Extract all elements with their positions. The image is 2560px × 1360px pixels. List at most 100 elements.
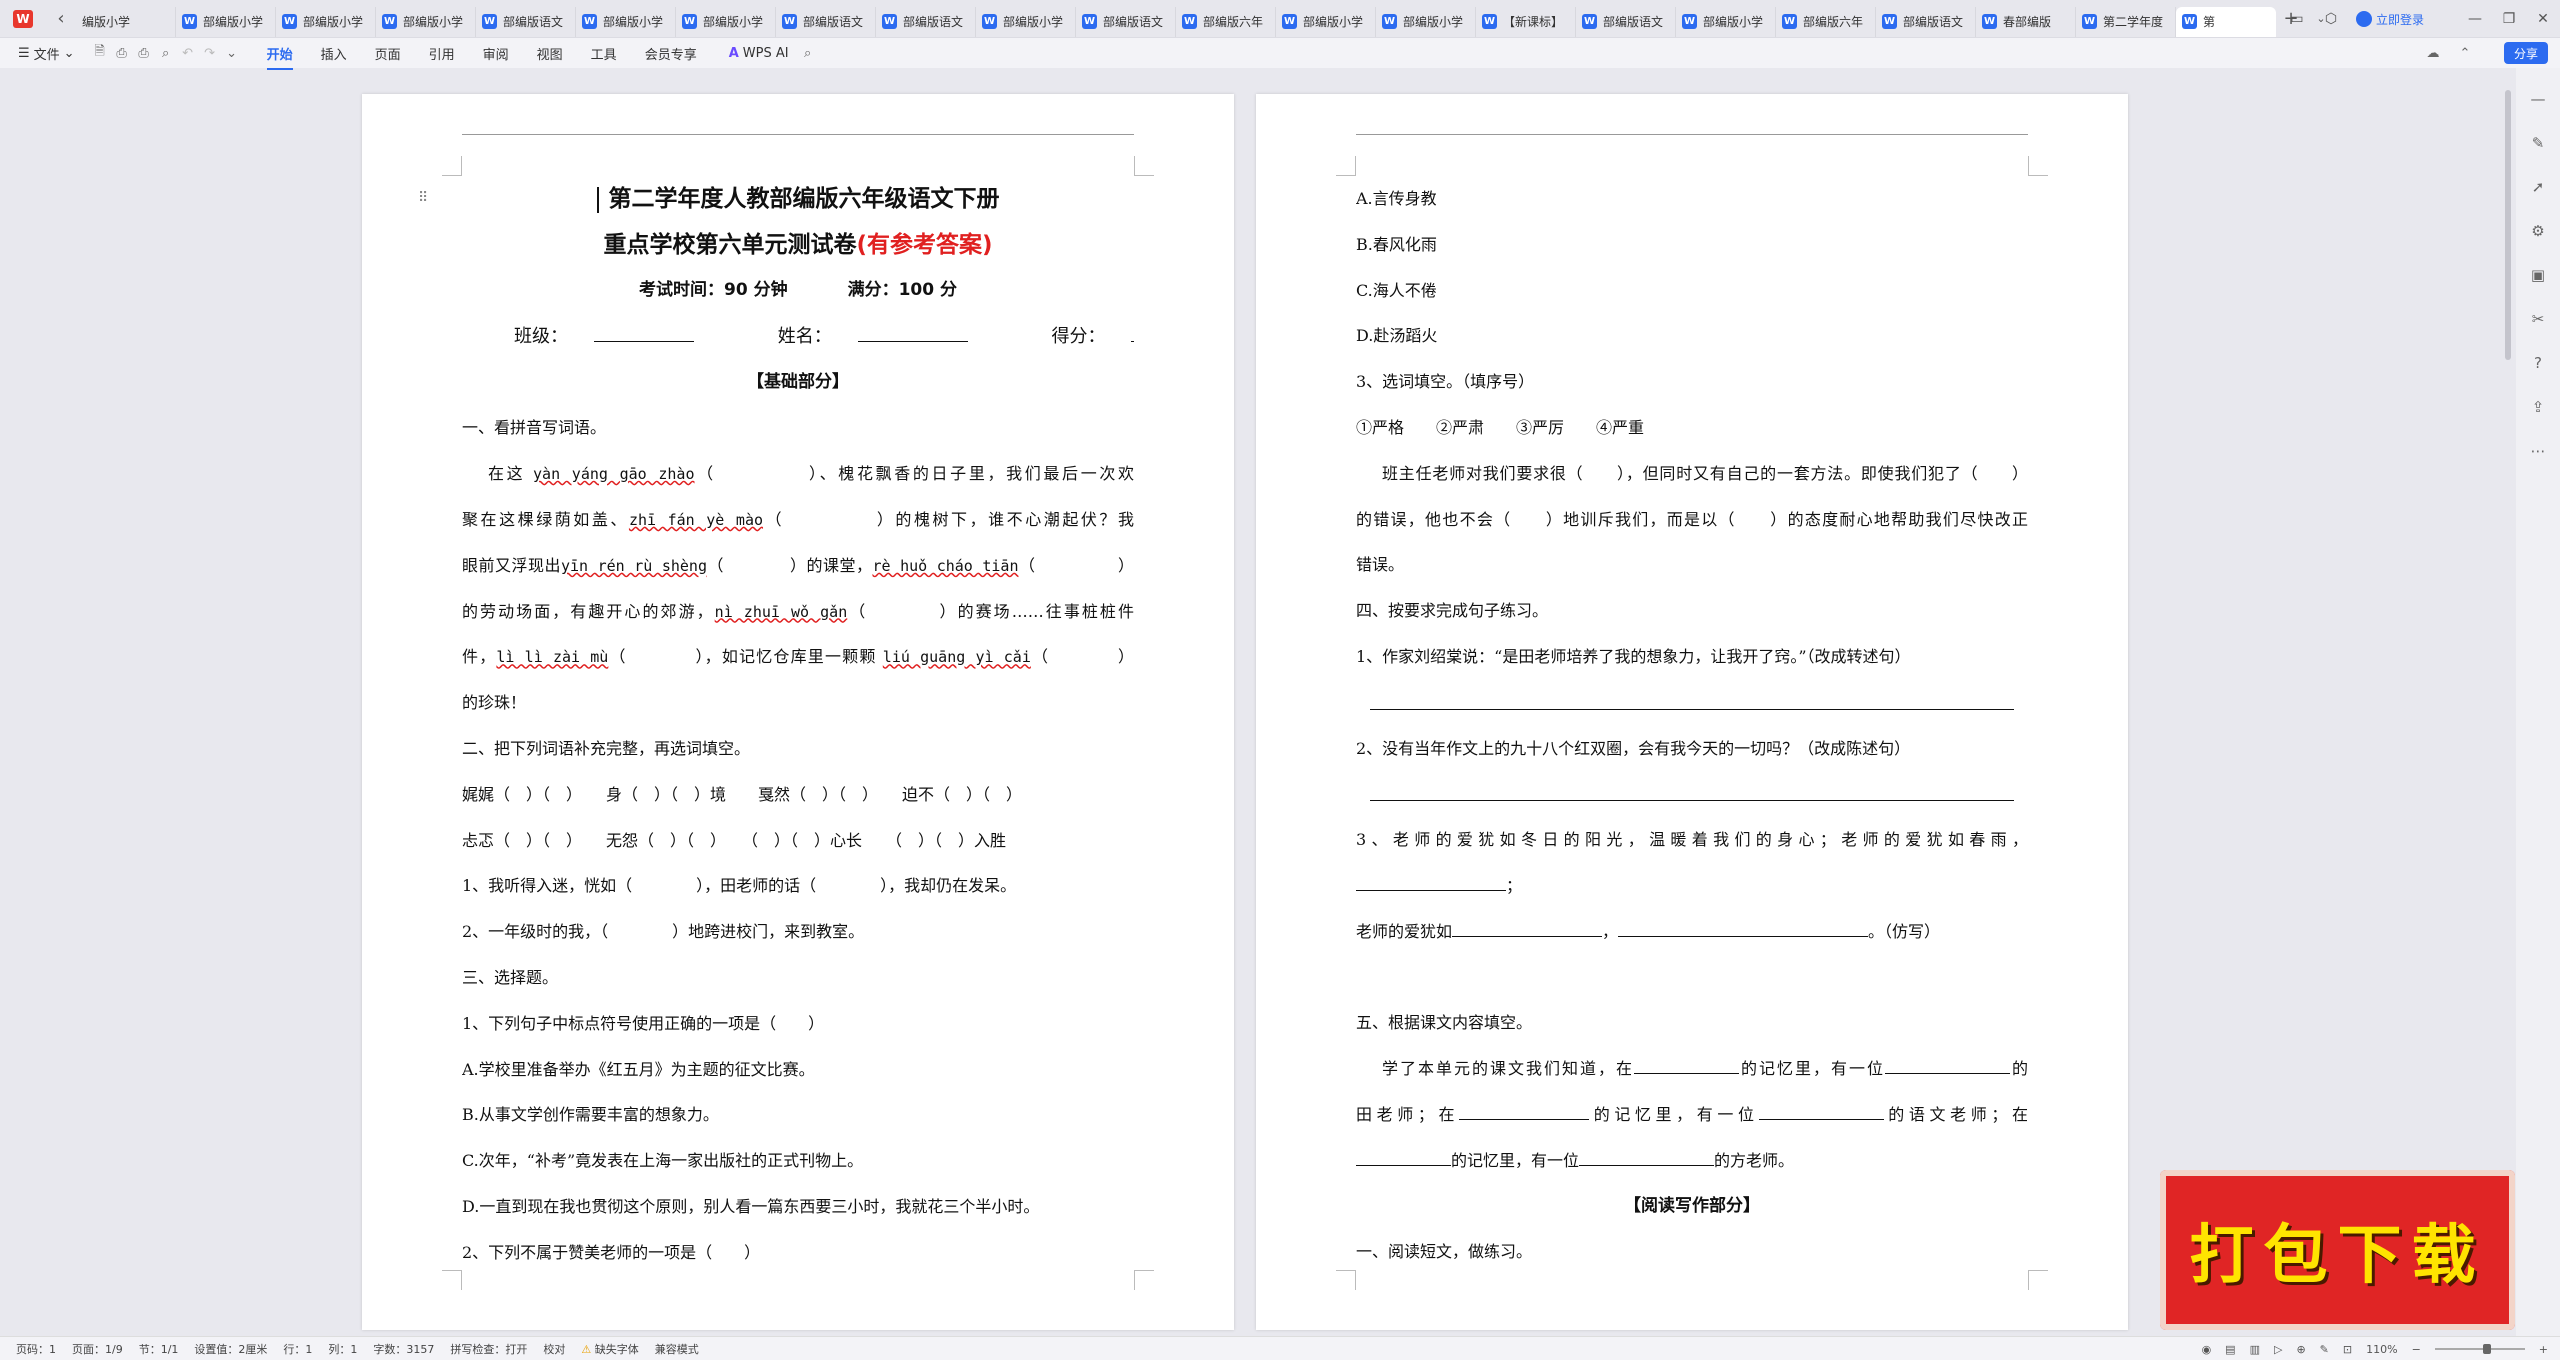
ribbon-tab[interactable]: 工具	[577, 44, 631, 63]
hamburger-icon: ☰	[18, 45, 30, 61]
cloud-icon[interactable]: ☁	[2422, 42, 2444, 64]
status-page-count[interactable]: 页面：1/9	[72, 1341, 123, 1357]
document-tab[interactable]: W 部编版小学	[576, 6, 676, 37]
answer-blank[interactable]	[1459, 1102, 1590, 1120]
collapse-icon[interactable]: —	[2527, 88, 2549, 110]
page-view-icon[interactable]: ▤	[2225, 1343, 2235, 1356]
answer-blank[interactable]	[1579, 1148, 1715, 1166]
vertical-scrollbar[interactable]	[2504, 70, 2512, 1334]
more-icon[interactable]: ⋯	[2527, 440, 2549, 462]
undo-icon[interactable]: ↶	[177, 42, 199, 64]
document-tab[interactable]: W 部编版语文	[1576, 6, 1676, 37]
help-icon[interactable]: ?	[2527, 352, 2549, 374]
document-tab[interactable]: W 部编版语文	[776, 6, 876, 37]
ribbon-tab[interactable]: 开始	[253, 44, 307, 70]
play-icon[interactable]: ▷	[2274, 1343, 2282, 1356]
zoom-slider[interactable]	[2434, 1344, 2525, 1354]
document-tab[interactable]: W 部编版小学	[376, 6, 476, 37]
print-preview-icon[interactable]: ⌕	[155, 42, 177, 64]
answer-blank[interactable]	[1758, 1102, 1884, 1120]
document-tab[interactable]: W 部编版小学	[176, 6, 276, 37]
status-word-count[interactable]: 字数：3157	[373, 1341, 434, 1357]
zoom-level[interactable]: 110%	[2366, 1343, 2397, 1356]
save-icon[interactable]: 🗎	[89, 42, 111, 64]
ribbon-tab[interactable]: 会员专享	[631, 44, 711, 63]
pen-icon[interactable]: ✎	[2527, 132, 2549, 154]
restore-button[interactable]: ❐	[2492, 0, 2526, 38]
export-icon[interactable]: ⎙	[111, 42, 133, 64]
zoom-in-button[interactable]: +	[2539, 1343, 2548, 1356]
status-proofread[interactable]: 校对	[543, 1341, 565, 1357]
document-tab[interactable]: W 部编版小学	[1376, 6, 1476, 37]
document-tab[interactable]: W 部编版语文	[1076, 6, 1176, 37]
download-banner[interactable]: 打包下载	[2160, 1170, 2515, 1330]
score-blank[interactable]	[1131, 324, 1134, 342]
window-layout-icon[interactable]: ▭	[2280, 0, 2314, 38]
print-icon[interactable]: ⎙	[133, 42, 155, 64]
tab-scroll-left-button[interactable]: ‹	[46, 4, 76, 34]
answer-blank[interactable]	[1370, 771, 2014, 802]
name-blank[interactable]	[857, 324, 968, 342]
ribbon-tab[interactable]: 审阅	[469, 44, 523, 63]
answer-blank[interactable]	[1618, 919, 1869, 937]
answer-blank[interactable]	[1356, 873, 1506, 891]
redo-icon[interactable]: ↷	[199, 42, 221, 64]
image-icon[interactable]: ▣	[2527, 264, 2549, 286]
ribbon-tab[interactable]: 引用	[415, 44, 469, 63]
login-button[interactable]: 立即登录	[2355, 11, 2424, 28]
answer-line-1[interactable]	[1356, 680, 2028, 726]
fit-icon[interactable]: ⊡	[2343, 1343, 2352, 1356]
answer-blank[interactable]	[1633, 1056, 1739, 1075]
scrollbar-thumb[interactable]	[2505, 90, 2511, 360]
document-tab[interactable]: W 部编版语文	[1876, 6, 1976, 37]
file-menu[interactable]: ☰ 文件 ⌄	[18, 44, 75, 63]
class-blank[interactable]	[594, 324, 694, 342]
share-button[interactable]: 分享	[2503, 42, 2548, 64]
wps-ai-button[interactable]: A WPS AI	[729, 46, 789, 61]
status-spell-check[interactable]: 拼写检查：打开	[450, 1341, 527, 1357]
text: （ ），如记忆仓库里一颗颗	[608, 647, 883, 667]
answer-blank[interactable]	[1884, 1056, 2010, 1075]
share-icon[interactable]: ⇪	[2527, 396, 2549, 418]
pen-mode-icon[interactable]: ✎	[2320, 1343, 2329, 1356]
select-icon[interactable]: ➚	[2527, 176, 2549, 198]
answer-blank[interactable]	[1370, 680, 2014, 710]
cube-icon[interactable]: ⬡	[2314, 0, 2348, 38]
zoom-out-button[interactable]: −	[2412, 1343, 2421, 1356]
answer-line-2[interactable]	[1356, 771, 2028, 817]
document-tab[interactable]: 编版小学	[76, 6, 176, 37]
ribbon-tab[interactable]: 插入	[307, 44, 361, 63]
document-tab[interactable]: W第	[2176, 6, 2276, 37]
minimize-button[interactable]: —	[2458, 0, 2492, 38]
document-tab[interactable]: W 部编版小学	[1276, 6, 1376, 37]
search-icon[interactable]: ⌕	[797, 42, 819, 64]
document-page-2[interactable]: A.言传身教 B.春风化雨 C.海人不倦 D.赴汤蹈火 3、选词填空。（填序号）…	[1256, 94, 2128, 1330]
collapse-ribbon-icon[interactable]: ⌃	[2454, 42, 2476, 64]
globe-icon[interactable]: ⊕	[2296, 1343, 2305, 1356]
tools-icon[interactable]: ✂	[2527, 308, 2549, 330]
document-tab[interactable]: W 部编版语文	[876, 6, 976, 37]
answer-blank[interactable]	[1356, 1148, 1451, 1166]
customize-chevron-icon[interactable]: ⌄	[221, 42, 243, 64]
settings-sliders-icon[interactable]: ⚙	[2527, 220, 2549, 242]
document-tab[interactable]: W 部编版小学	[276, 6, 376, 37]
ribbon-tab[interactable]: 页面	[361, 44, 415, 63]
eye-icon[interactable]: ◉	[2202, 1343, 2212, 1356]
document-tab[interactable]: W 部编版小学	[676, 6, 776, 37]
document-tab[interactable]: W 部编版小学	[976, 6, 1076, 37]
status-missing-font[interactable]: ⚠ 缺失字体	[581, 1341, 638, 1357]
document-tab[interactable]: W 第二学年度	[2076, 6, 2176, 37]
wps-logo[interactable]: W	[0, 0, 46, 38]
drag-handle-icon[interactable]: ⠿	[418, 190, 428, 206]
document-tab[interactable]: W 部编版语文	[476, 6, 576, 37]
answer-blank[interactable]	[1452, 919, 1603, 937]
document-tab[interactable]: W 部编版六年	[1776, 6, 1876, 37]
ribbon-tab[interactable]: 视图	[523, 44, 577, 63]
web-view-icon[interactable]: ▥	[2250, 1343, 2260, 1356]
document-tab[interactable]: W 【新课标】	[1476, 6, 1576, 37]
close-button[interactable]: ✕	[2526, 0, 2560, 38]
document-tab[interactable]: W 部编版小学	[1676, 6, 1776, 37]
document-tab[interactable]: W 春部编版	[1976, 6, 2076, 37]
document-tab[interactable]: W 部编版六年	[1176, 6, 1276, 37]
document-page-1[interactable]: ⠿ 第二学年度人教部编版六年级语文下册 重点学校第六单元测试卷(有参考答案) 考…	[362, 94, 1234, 1330]
